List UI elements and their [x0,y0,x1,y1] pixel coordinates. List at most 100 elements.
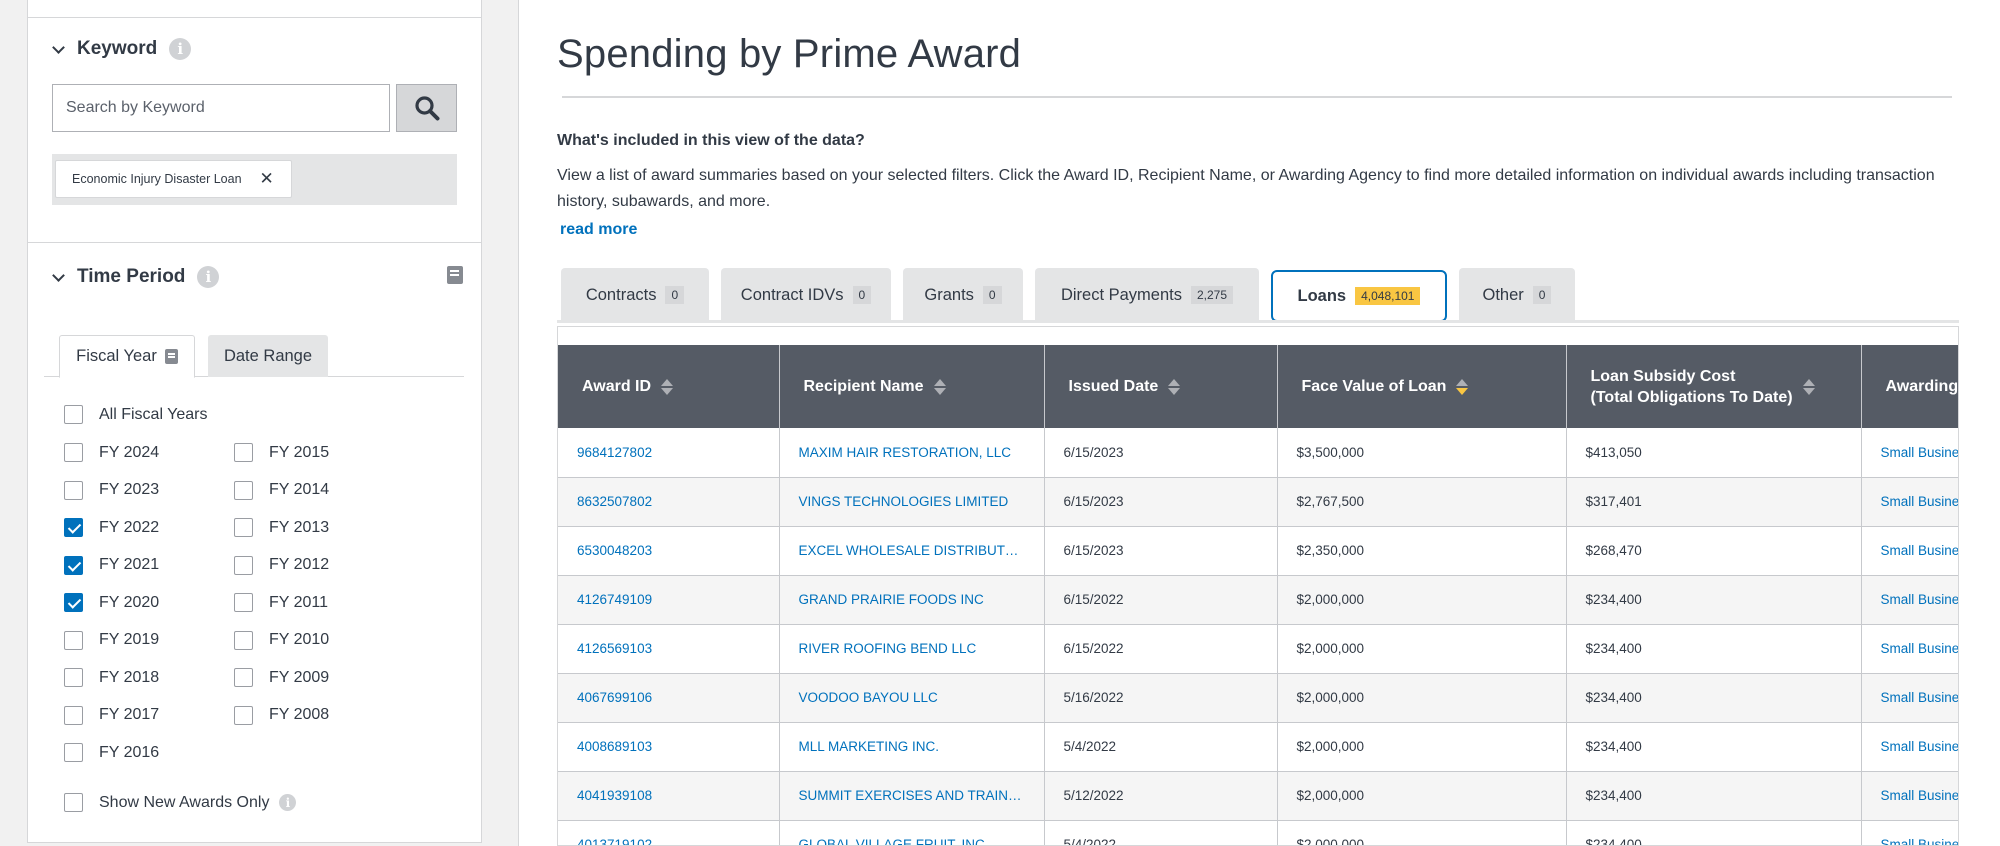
recipient-name-link[interactable]: GLOBAL VILLAGE FRUIT, INC. [779,820,1045,845]
fiscal-year-checkbox[interactable] [64,518,83,537]
tab-date-range[interactable]: Date Range [208,335,328,377]
tab-contract-idvs[interactable]: Contract IDVs 0 [721,268,891,322]
tab-other[interactable]: Other 0 [1459,268,1575,322]
fiscal-year-checkbox[interactable] [234,443,253,462]
fiscal-year-checkbox[interactable] [64,593,83,612]
awards-table-container[interactable]: Award ID Recipient Name Issued Date Face Va… [557,326,1959,846]
info-icon[interactable]: i [169,38,192,60]
fiscal-year-option[interactable]: FY 2017 [64,705,159,725]
column-header-recipient-name[interactable]: Recipient Name [779,345,1045,428]
fiscal-year-option[interactable]: FY 2022 [64,518,159,537]
fiscal-year-checkbox[interactable] [234,518,253,537]
keyword-search-input[interactable] [52,84,390,132]
fiscal-year-option[interactable]: FY 2009 [234,668,329,687]
info-icon[interactable]: i [197,266,220,288]
awarding-agency-link[interactable]: Small Business Administration [1861,575,1958,625]
fiscal-year-option[interactable]: FY 2014 [234,480,329,500]
info-icon[interactable]: i [279,794,297,811]
all-fiscal-years-label: All Fiscal Years [99,405,208,423]
fiscal-year-checkbox[interactable] [234,480,253,500]
glossary-book-icon[interactable] [164,349,178,364]
new-awards-only-option[interactable]: Show New Awards Only i [64,793,297,812]
column-header-award-id[interactable]: Award ID [558,345,780,428]
recipient-name-link[interactable]: MLL MARKETING INC. [779,722,1045,772]
award-id-link[interactable]: 4126569103 [558,624,780,674]
sort-icon[interactable] [1802,378,1815,395]
recipient-name-link[interactable]: MAXIM HAIR RESTORATION, LLC [779,428,1045,478]
awarding-agency-link[interactable]: Small Business Administration [1861,673,1958,723]
awarding-agency-link[interactable]: Small Business Administration [1861,820,1958,845]
awarding-agency-link[interactable]: Small Business Administration [1861,624,1958,674]
recipient-name-link[interactable]: RIVER ROOFING BEND LLC [779,624,1045,674]
column-header-loan-subsidy-cost-total-obligations-to-date[interactable]: Loan Subsidy Cost (Total Obligations To … [1566,345,1862,428]
award-id-link[interactable]: 4041939108 [558,771,780,821]
sort-icon[interactable] [1168,378,1181,395]
tab-grants[interactable]: Grants 0 [903,268,1023,322]
fiscal-year-option[interactable]: FY 2011 [234,593,328,612]
fiscal-year-option[interactable]: FY 2015 [234,443,329,462]
column-header-awarding-agency[interactable]: Awarding Agency [1861,345,1958,428]
fiscal-year-option[interactable]: FY 2020 [64,593,159,612]
awarding-agency-link[interactable]: Small Business Administration [1861,428,1958,478]
award-id-link[interactable]: 4067699106 [558,673,780,723]
fiscal-year-checkbox[interactable] [64,705,83,725]
recipient-name-link[interactable]: SUMMIT EXERCISES AND TRAINING LLC [779,771,1045,821]
fiscal-year-option[interactable]: FY 2010 [234,630,329,650]
fiscal-year-option[interactable]: FY 2019 [64,630,159,650]
recipient-name-link[interactable]: GRAND PRAIRIE FOODS INC [779,575,1045,625]
fiscal-year-option[interactable]: FY 2023 [64,480,159,500]
sort-icon[interactable] [661,378,674,395]
fiscal-year-option[interactable]: FY 2024 [64,443,159,462]
awarding-agency-link[interactable]: Small Business Administration [1861,771,1958,821]
fiscal-year-option[interactable]: FY 2012 [234,555,329,575]
recipient-name-link[interactable]: VINGS TECHNOLOGIES LIMITED [779,477,1045,527]
fiscal-year-checkbox[interactable] [64,743,83,762]
column-header-issued-date[interactable]: Issued Date [1044,345,1278,428]
glossary-book-icon[interactable] [447,266,463,284]
fiscal-year-checkbox[interactable] [64,668,83,687]
keyword-filter-header[interactable]: Keyword i [50,38,192,60]
awarding-agency-link[interactable]: Small Business Administration [1861,526,1958,576]
fiscal-year-checkbox[interactable] [64,630,83,650]
award-id-link[interactable]: 4008689103 [558,722,780,772]
sort-icon[interactable] [1456,378,1469,395]
column-header-content: Recipient Name [804,376,1020,397]
fiscal-year-checkbox[interactable] [234,593,253,612]
awarding-agency-link[interactable]: Small Business Administration [1861,477,1958,527]
tab-contracts[interactable]: Contracts 0 [561,268,709,322]
new-awards-only-checkbox[interactable] [64,793,83,812]
fiscal-year-option[interactable]: FY 2013 [234,518,329,537]
fiscal-year-checkbox[interactable] [234,668,253,687]
close-icon[interactable]: ✕ [260,169,274,189]
fiscal-year-option[interactable]: FY 2016 [64,743,159,762]
award-id-link[interactable]: 4126749109 [558,575,780,625]
all-fiscal-years-checkbox[interactable] [64,405,83,424]
award-id-link[interactable]: 9684127802 [558,428,780,478]
fiscal-year-option[interactable]: FY 2021 [64,555,159,575]
tab-direct-payments[interactable]: Direct Payments 2,275 [1035,268,1259,322]
award-id-link[interactable]: 4013719102 [558,820,780,845]
fiscal-year-checkbox[interactable] [234,555,253,575]
fiscal-year-checkbox[interactable] [64,443,83,462]
fiscal-year-option[interactable]: FY 2008 [234,705,329,725]
fiscal-year-checkbox[interactable] [64,480,83,500]
award-id-link[interactable]: 6530048203 [558,526,780,576]
keyword-search-button[interactable] [396,84,457,132]
recipient-name-link[interactable]: EXCEL WHOLESALE DISTRIBUTORS, INC. [779,526,1045,576]
all-fiscal-years-option[interactable]: All Fiscal Years [64,405,208,424]
awarding-agency-link[interactable]: Small Business Administration [1861,722,1958,772]
award-id-link[interactable]: 8632507802 [558,477,780,527]
fiscal-year-checkbox[interactable] [234,705,253,725]
column-header-face-value-of-loan[interactable]: Face Value of Loan [1277,345,1567,428]
tab-fiscal-year[interactable]: Fiscal Year [59,335,195,378]
chevron-down-icon [52,268,65,282]
sort-icon[interactable] [933,378,946,395]
time-period-filter-header[interactable]: Time Period i [50,266,220,288]
tab-count-badge: 4,048,101 [1355,287,1421,305]
recipient-name-link[interactable]: VOODOO BAYOU LLC [779,673,1045,723]
read-more-link[interactable]: read more [560,221,637,239]
tab-loans[interactable]: Loans 4,048,101 [1271,270,1447,322]
fiscal-year-option[interactable]: FY 2018 [64,668,159,687]
fiscal-year-checkbox[interactable] [64,555,83,575]
fiscal-year-checkbox[interactable] [234,630,253,650]
